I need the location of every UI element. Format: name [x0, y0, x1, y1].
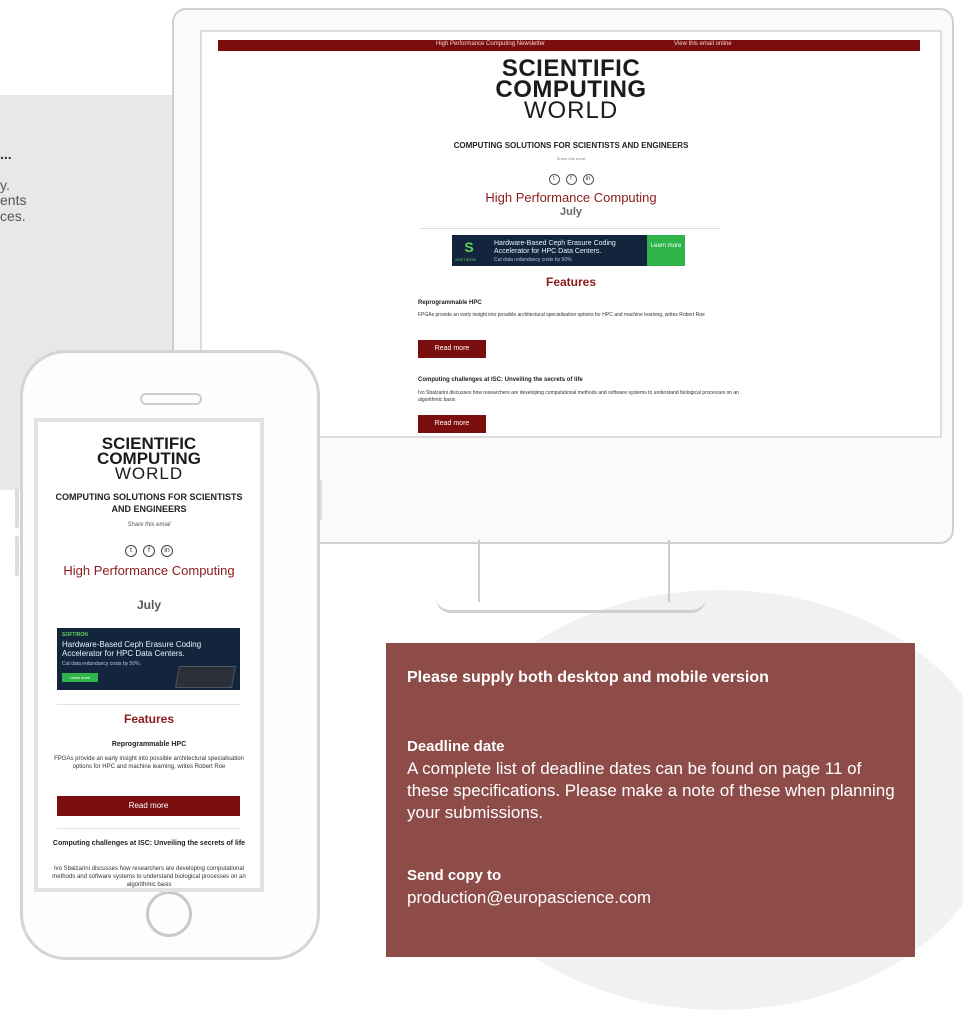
supply-note: Please supply both desktop and mobile ve…: [407, 669, 769, 686]
linkedin-icon[interactable]: in: [582, 174, 594, 185]
cropped-text-line: ...: [0, 146, 12, 162]
newsletter-month: July: [136, 598, 161, 612]
ad-brand: SOFTIRON: [455, 257, 476, 262]
facebook-icon[interactable]: f: [143, 545, 155, 557]
newsletter-title: High Performance Computing: [63, 563, 235, 578]
logo-line: WORLD: [114, 464, 184, 483]
facebook-icon[interactable]: f: [565, 174, 577, 185]
email-top-bar: High Performance Computing Newsletter Vi…: [218, 40, 920, 51]
phone-side-button: [15, 536, 19, 576]
monitor-neck: [478, 540, 670, 602]
scw-logo: SCIENTIFIC COMPUTING WORLD: [38, 435, 260, 483]
share-email-text: Share this email: [556, 156, 586, 161]
newsletter-name-link[interactable]: High Performance Computing Newsletter: [436, 41, 545, 47]
scw-logo: SCIENTIFIC COMPUTING WORLD: [202, 57, 940, 124]
read-more-button[interactable]: Read more: [418, 415, 486, 433]
divider: [57, 828, 240, 829]
social-links: t f in: [202, 167, 940, 185]
softiron-ad-banner[interactable]: SOFTIRON Hardware-Based Ceph Erasure Cod…: [57, 628, 240, 690]
ad-subline: Cut data redundancy costs by 50%.: [62, 661, 141, 667]
ad-headline: Hardware-Based Ceph Erasure Coding Accel…: [62, 640, 202, 658]
article-title[interactable]: Reprogrammable HPC: [48, 740, 250, 750]
article-title[interactable]: Computing challenges at ISC: Unveiling t…: [418, 377, 583, 383]
divider: [57, 704, 240, 705]
article-body: FPGAs provide an early insight into poss…: [418, 312, 705, 318]
tagline: COMPUTING SOLUTIONS FOR SCIENTISTS AND E…: [453, 141, 689, 150]
submission-info-box: Please supply both desktop and mobile ve…: [386, 643, 915, 957]
article-body: Ivo Sbalzarini discusses how researchers…: [52, 866, 246, 888]
article-title[interactable]: Reprogrammable HPC: [418, 300, 482, 306]
read-more-button[interactable]: Read more: [57, 796, 240, 816]
ad-learn-more-button[interactable]: Learn more: [62, 673, 98, 682]
article-body: FPGAs provide an early insight into poss…: [54, 756, 244, 770]
social-links: t f in: [38, 539, 260, 557]
article-title[interactable]: Computing challenges at ISC: Unveiling t…: [48, 839, 250, 849]
send-copy-heading: Send copy to: [407, 867, 502, 884]
cropped-text-line: ces.: [0, 208, 26, 224]
softiron-ad-banner[interactable]: S SOFTIRON Hardware-Based Ceph Erasure C…: [452, 235, 685, 266]
production-email-link[interactable]: production@europascience.com: [407, 888, 651, 908]
article-body: Ivo Sbalzarini discusses how researchers…: [418, 390, 740, 403]
deadline-text: A complete list of deadline dates can be…: [407, 759, 895, 822]
mobile-email-preview: SCIENTIFIC COMPUTING WORLD COMPUTING SOL…: [34, 418, 264, 892]
newsletter-title: High Performance Computing: [485, 190, 657, 205]
tagline: COMPUTING SOLUTIONS FOR SCIENTISTS AND E…: [55, 492, 243, 514]
share-email-text: Share this email: [127, 522, 171, 528]
phone-speaker: [140, 393, 202, 405]
phone-home-button: [146, 891, 192, 937]
features-heading: Features: [545, 275, 597, 289]
features-heading: Features: [123, 712, 175, 726]
ad-learn-more-button[interactable]: Learn more: [647, 235, 685, 266]
monitor-stand: [436, 598, 706, 613]
divider: [420, 228, 720, 229]
deadline-heading: Deadline date: [407, 738, 505, 755]
ad-subline: Cut data redundancy costs by 50%: [494, 257, 572, 263]
ad-headline: Hardware-Based Ceph Erasure Coding Accel…: [494, 240, 616, 255]
read-more-button[interactable]: Read more: [418, 340, 486, 358]
newsletter-month: July: [559, 206, 582, 218]
twitter-icon[interactable]: t: [125, 545, 137, 557]
twitter-icon[interactable]: t: [548, 174, 560, 185]
phone-side-button: [15, 488, 19, 528]
server-image: [175, 666, 236, 688]
view-online-link[interactable]: View this email online: [674, 41, 732, 47]
logo-line: WORLD: [523, 97, 619, 124]
ad-brand: SOFTIRON: [62, 632, 88, 638]
linkedin-icon[interactable]: in: [161, 545, 173, 557]
